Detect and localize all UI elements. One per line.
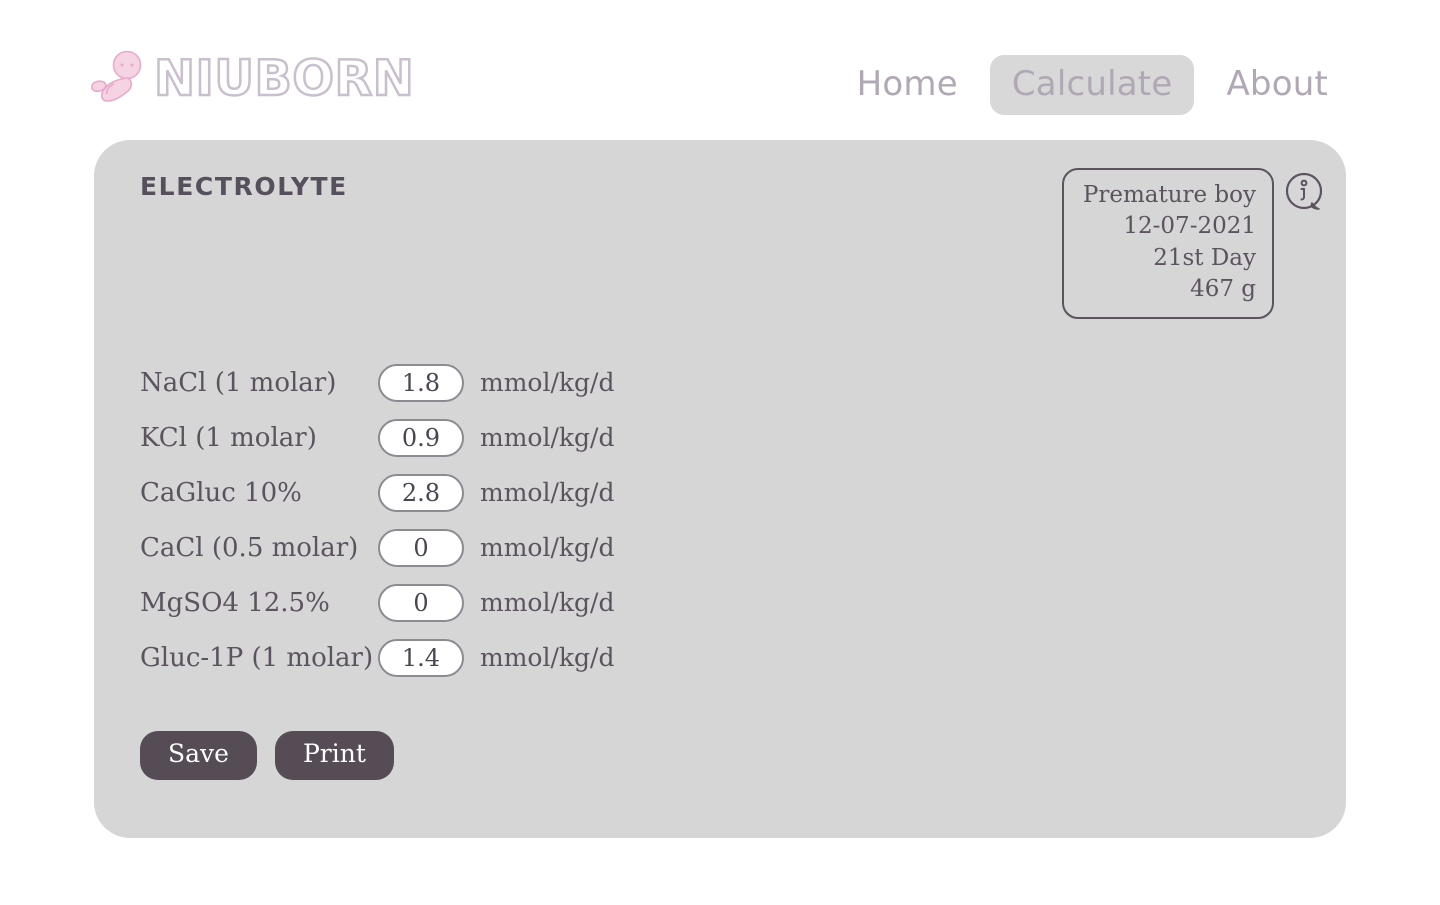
input-mgso4[interactable] [378, 583, 464, 622]
patient-birth-date: 12-07-2021 [1123, 213, 1256, 240]
form-row-cacl: CaCl (0.5 molar) mmol/kg/d [140, 520, 614, 575]
form-row-cagluc: CaGluc 10% mmol/kg/d [140, 465, 614, 520]
electrolyte-form: NaCl (1 molar) mmol/kg/d KCl (1 molar) m… [140, 355, 614, 685]
label-mgso4: MgSO4 12.5% [140, 587, 330, 618]
form-row-nacl: NaCl (1 molar) mmol/kg/d [140, 355, 614, 410]
unit-cacl: mmol/kg/d [480, 533, 615, 562]
label-nacl: NaCl (1 molar) [140, 367, 337, 398]
brand-name: NIUBORN [153, 49, 415, 107]
main-navigation: Home Calculate About [835, 55, 1350, 115]
brand-logo[interactable]: NIUBORN [88, 46, 415, 108]
label-cacl: CaCl (0.5 molar) [140, 532, 359, 563]
form-row-mgso4: MgSO4 12.5% mmol/kg/d [140, 575, 614, 630]
patient-description: Premature boy [1082, 182, 1256, 208]
nav-item-calculate[interactable]: Calculate [989, 55, 1195, 115]
label-gluc1p: Gluc-1P (1 molar) [140, 642, 374, 673]
page-header: NIUBORN Home Calculate About [0, 0, 1440, 140]
page-title: ELECTROLYTE [140, 172, 348, 201]
input-nacl[interactable] [378, 363, 464, 402]
info-speech-bubble-icon[interactable] [1282, 170, 1328, 216]
patient-info-box[interactable]: Premature boy 12-07-2021 21st Day 467 g [1062, 168, 1274, 320]
patient-summary: Premature boy 12-07-2021 21st Day 467 g [1062, 168, 1328, 320]
input-cagluc[interactable] [378, 473, 464, 512]
unit-nacl: mmol/kg/d [480, 368, 615, 397]
label-kcl: KCl (1 molar) [140, 422, 317, 453]
save-button[interactable]: Save [140, 731, 257, 780]
unit-cagluc: mmol/kg/d [480, 478, 615, 507]
form-row-gluc1p: Gluc-1P (1 molar) mmol/kg/d [140, 630, 614, 685]
label-cagluc: CaGluc 10% [140, 477, 302, 508]
electrolyte-card: ELECTROLYTE Premature boy 12-07-2021 21s… [94, 140, 1346, 838]
nav-item-about[interactable]: About [1204, 55, 1350, 115]
baby-fetus-icon [91, 50, 142, 102]
nav-item-home[interactable]: Home [835, 55, 980, 115]
input-kcl[interactable] [378, 418, 464, 457]
unit-mgso4: mmol/kg/d [480, 588, 615, 617]
unit-gluc1p: mmol/kg/d [480, 643, 615, 672]
form-row-kcl: KCl (1 molar) mmol/kg/d [140, 410, 614, 465]
patient-day-of-life: 21st Day [1153, 244, 1256, 271]
unit-kcl: mmol/kg/d [480, 423, 615, 452]
patient-weight: 467 g [1190, 275, 1256, 302]
input-cacl[interactable] [378, 528, 464, 567]
print-button[interactable]: Print [274, 731, 394, 780]
input-gluc1p[interactable] [378, 638, 464, 677]
card-actions: Save Print [140, 731, 394, 780]
